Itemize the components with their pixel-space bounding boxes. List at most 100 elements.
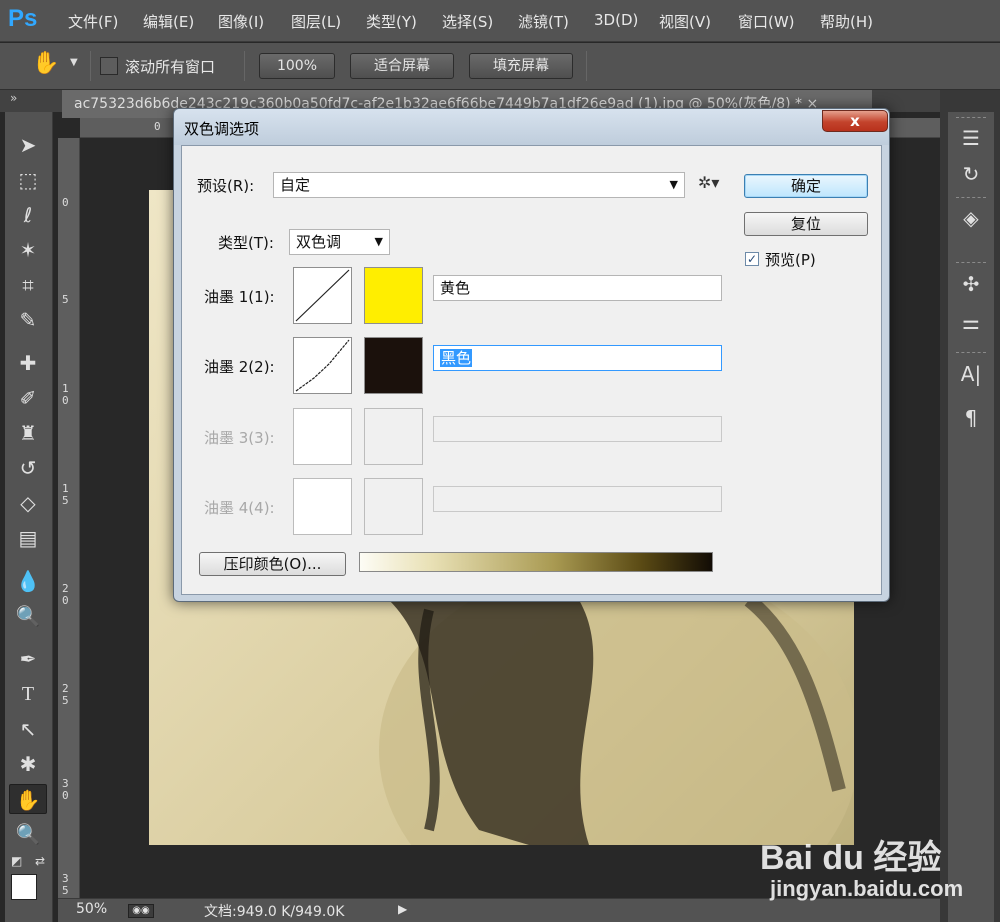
3d-panel-icon[interactable]: ◈ bbox=[954, 204, 988, 232]
watermark-brand: Bai du 经验 bbox=[760, 839, 942, 877]
hand-tool-icon[interactable]: ✋ bbox=[9, 784, 47, 814]
type-select[interactable]: 双色调 ▼ bbox=[289, 229, 390, 255]
preset-options-gear-icon[interactable]: ✲▾ bbox=[698, 173, 719, 192]
shape-tool-icon[interactable]: ✱ bbox=[9, 749, 47, 779]
ok-button[interactable]: 确定 bbox=[744, 174, 868, 198]
duotone-gradient-bar bbox=[359, 552, 713, 572]
zoom-level[interactable]: 50% bbox=[76, 901, 107, 917]
preview-checkbox[interactable]: ✓ bbox=[745, 252, 759, 266]
overprint-colors-button[interactable]: 压印颜色(O)... bbox=[199, 552, 346, 576]
ink-3-curve bbox=[293, 408, 352, 465]
ink-1-color-swatch[interactable] bbox=[364, 267, 423, 324]
history-panel-icon[interactable]: ☰ bbox=[954, 124, 988, 152]
brush-presets-icon[interactable]: ✣ bbox=[954, 270, 988, 298]
scroll-all-windows-checkbox[interactable] bbox=[100, 57, 118, 75]
ink-4-name-field bbox=[433, 486, 722, 512]
pen-tool-icon[interactable]: ✒ bbox=[9, 644, 47, 674]
reset-button[interactable]: 复位 bbox=[744, 212, 868, 236]
document-size-info: 文档:949.0 K/949.0K bbox=[204, 904, 345, 920]
actions-panel-icon[interactable]: ↻ bbox=[954, 160, 988, 188]
paragraph-panel-icon[interactable]: ¶ bbox=[954, 404, 988, 432]
divider bbox=[244, 51, 245, 81]
ink-1-curve[interactable] bbox=[293, 267, 352, 324]
menu-filter[interactable]: 滤镜(T) bbox=[518, 11, 569, 32]
eyedropper-tool-icon[interactable]: ✎ bbox=[9, 305, 47, 335]
swap-colors-icon[interactable]: ⇄ bbox=[35, 854, 45, 868]
divider bbox=[586, 51, 587, 81]
panel-icons: ☰ ↻ ◈ ✣ ⚌ A| ¶ bbox=[948, 112, 994, 922]
path-selection-tool-icon[interactable]: ↖ bbox=[9, 714, 47, 744]
hand-tool-icon[interactable]: ✋ bbox=[32, 51, 59, 76]
ruler-left-label: 3 0 bbox=[62, 777, 69, 802]
preset-label: 预设(R): bbox=[197, 177, 255, 195]
ink-2-curve-line bbox=[295, 339, 350, 392]
chevron-down-icon: ▼ bbox=[374, 235, 383, 248]
status-options-icon[interactable]: ◉◉ bbox=[128, 904, 154, 918]
fit-screen-button[interactable]: 适合屏幕 bbox=[350, 53, 454, 79]
healing-brush-tool-icon[interactable]: ✚ bbox=[9, 348, 47, 378]
menu-window[interactable]: 窗口(W) bbox=[738, 11, 795, 32]
dialog-title: 双色调选项 bbox=[184, 120, 260, 138]
foreground-color-swatch[interactable] bbox=[11, 874, 37, 900]
ink-1-label: 油墨 1(1): bbox=[204, 288, 275, 306]
ink-1-name-field[interactable]: 黄色 bbox=[433, 275, 722, 301]
zoom-tool-icon[interactable]: 🔍 bbox=[9, 819, 47, 849]
menu-bar: Ps 文件(F) 编辑(E) 图像(I) 图层(L) 类型(Y) 选择(S) 滤… bbox=[0, 0, 1000, 42]
tools-panel: ➤ ⬚ ℓ ✶ ⌗ ✎ ✚ ✐ ♜ ↺ ◇ ▤ 💧 🔍 ✒ T ↖ ✱ ✋ 🔍 … bbox=[5, 112, 53, 922]
divider bbox=[956, 117, 986, 118]
ink-3-label: 油墨 3(3): bbox=[204, 429, 275, 447]
fill-screen-button[interactable]: 填充屏幕 bbox=[469, 53, 573, 79]
ink-2-label: 油墨 2(2): bbox=[204, 358, 275, 376]
preset-value: 自定 bbox=[280, 176, 311, 194]
ink-1-curve-line bbox=[295, 269, 350, 322]
menu-file[interactable]: 文件(F) bbox=[68, 11, 118, 32]
collapse-toolbar-icon[interactable]: » bbox=[10, 91, 17, 105]
chevron-down-icon: ▼ bbox=[669, 178, 678, 191]
scroll-all-windows-label: 滚动所有窗口 bbox=[125, 58, 216, 76]
ruler-left-label: 2 0 bbox=[62, 582, 69, 607]
menu-type[interactable]: 类型(Y) bbox=[366, 11, 417, 32]
menu-3d[interactable]: 3D(D) bbox=[594, 11, 638, 29]
status-menu-arrow-icon[interactable]: ▶ bbox=[398, 902, 407, 916]
ruler-left-label: 1 0 bbox=[62, 382, 69, 407]
history-brush-tool-icon[interactable]: ↺ bbox=[9, 453, 47, 483]
preset-select[interactable]: 自定 ▼ bbox=[273, 172, 685, 198]
brush-tool-icon[interactable]: ✐ bbox=[9, 383, 47, 413]
adjustments-panel-icon[interactable]: ⚌ bbox=[954, 308, 988, 336]
ruler-left: 0 5 1 0 1 5 2 0 2 5 3 0 3 5 bbox=[58, 138, 80, 898]
ink-2-color-swatch[interactable] bbox=[364, 337, 423, 394]
zoom-100-button[interactable]: 100% bbox=[259, 53, 335, 79]
menu-layer[interactable]: 图层(L) bbox=[291, 11, 341, 32]
blur-tool-icon[interactable]: 💧 bbox=[9, 566, 47, 596]
clone-stamp-tool-icon[interactable]: ♜ bbox=[9, 418, 47, 448]
options-bar: ✋ ▼ 滚动所有窗口 100% 适合屏幕 填充屏幕 bbox=[0, 43, 1000, 90]
ink-4-curve bbox=[293, 478, 352, 535]
ruler-left-label: 5 bbox=[62, 293, 69, 306]
menu-help[interactable]: 帮助(H) bbox=[820, 11, 873, 32]
magic-wand-tool-icon[interactable]: ✶ bbox=[9, 235, 47, 265]
preview-label: 预览(P) bbox=[765, 251, 816, 269]
ruler-left-label: 2 5 bbox=[62, 682, 69, 707]
marquee-tool-icon[interactable]: ⬚ bbox=[9, 165, 47, 195]
menu-select[interactable]: 选择(S) bbox=[442, 11, 493, 32]
menu-edit[interactable]: 编辑(E) bbox=[143, 11, 194, 32]
menu-view[interactable]: 视图(V) bbox=[659, 11, 711, 32]
close-icon[interactable]: x bbox=[822, 110, 888, 132]
ink-2-curve[interactable] bbox=[293, 337, 352, 394]
type-tool-icon[interactable]: T bbox=[9, 679, 47, 709]
default-colors-icon[interactable]: ◩ bbox=[11, 854, 22, 868]
crop-tool-icon[interactable]: ⌗ bbox=[9, 270, 47, 300]
eraser-tool-icon[interactable]: ◇ bbox=[9, 488, 47, 518]
dialog-titlebar[interactable]: 双色调选项 x bbox=[174, 109, 889, 145]
character-panel-icon[interactable]: A| bbox=[954, 360, 988, 388]
ink-4-label: 油墨 4(4): bbox=[204, 499, 275, 517]
tool-preset-dropdown-icon[interactable]: ▼ bbox=[70, 57, 78, 68]
menu-image[interactable]: 图像(I) bbox=[218, 11, 264, 32]
gradient-tool-icon[interactable]: ▤ bbox=[9, 523, 47, 553]
photoshop-logo: Ps bbox=[8, 5, 38, 32]
lasso-tool-icon[interactable]: ℓ bbox=[9, 200, 47, 230]
move-tool-icon[interactable]: ➤ bbox=[9, 130, 47, 160]
ink-2-name-field[interactable]: 黑色 bbox=[433, 345, 722, 371]
dodge-tool-icon[interactable]: 🔍 bbox=[9, 601, 47, 631]
dialog-body: 预设(R): 自定 ▼ ✲▾ 类型(T): 双色调 ▼ 油墨 1(1): 黄色 … bbox=[181, 145, 882, 595]
